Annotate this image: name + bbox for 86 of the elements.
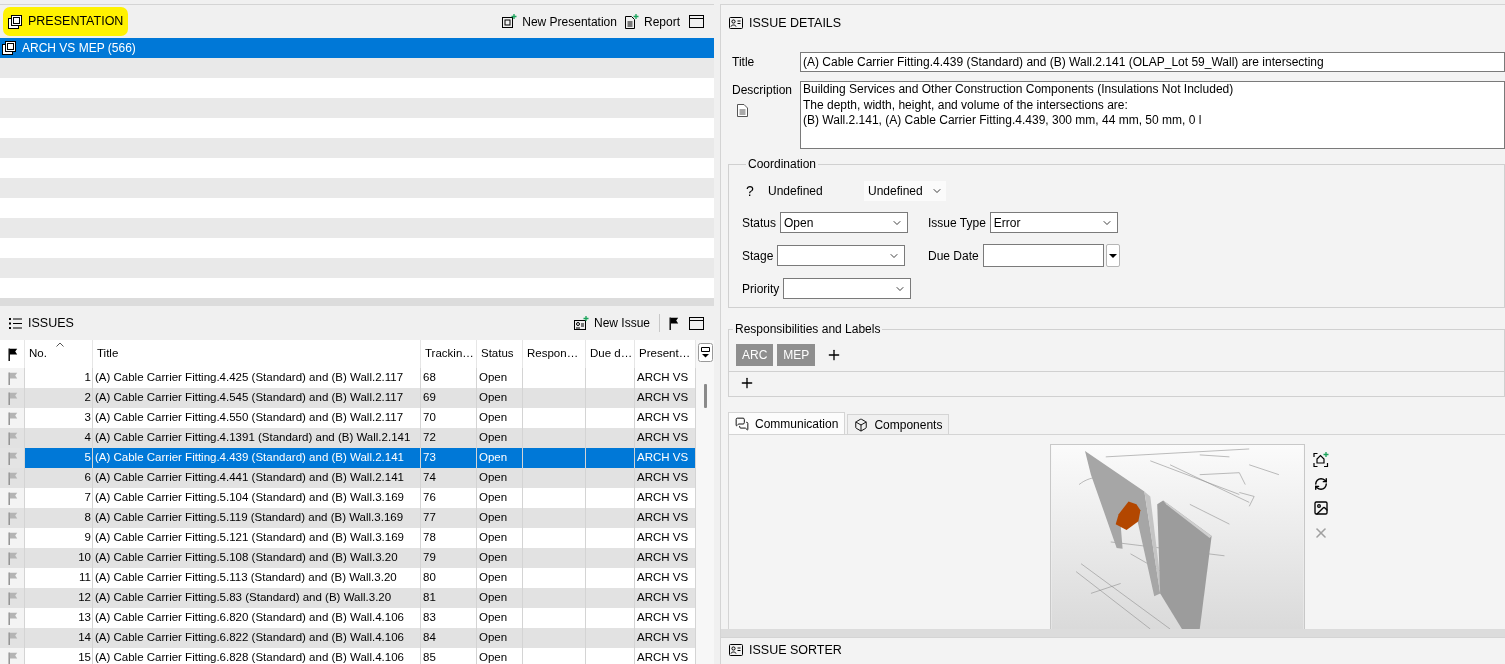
refresh-icon[interactable] <box>1314 477 1328 491</box>
panel-title: ISSUE DETAILS <box>749 14 842 32</box>
dropdown-field[interactable]: Undefined <box>864 181 946 201</box>
flag-icon <box>8 571 18 585</box>
flag-icon <box>8 347 18 361</box>
table-cell: 85 <box>421 648 477 664</box>
field-label: Description <box>732 82 794 98</box>
flag-icon <box>8 491 18 505</box>
description-field[interactable]: Building Services and Other Construction Components (Insulations Not Included) The depth, width, height, and volume of the intersections are: (B) Wall.2.141, (A) Cable Carrier Fitting.4.439, 300 mm, 44 mm, 50 mm, 0 l <box>800 81 1505 149</box>
sort-caret-icon <box>56 342 64 347</box>
chat-bubbles-icon <box>735 416 749 431</box>
id-card-icon <box>729 644 743 656</box>
flag-icon <box>8 531 18 545</box>
table-row[interactable]: 10 (A) Cable Carrier Fitting.5.108 (Standard) and (B) Wall.3.20 79 Open ARCH VS <box>0 548 696 568</box>
table-row[interactable]: 14 (A) Cable Carrier Fitting.6.822 (Standard) and (B) Wall.4.106 84 Open ARCH VS <box>0 628 696 648</box>
field-label: Undefined <box>768 183 824 200</box>
flag-icon <box>8 651 18 664</box>
field-label: Title <box>731 54 756 71</box>
field-label: Due Date <box>928 247 979 265</box>
flag-icon <box>8 431 18 445</box>
table-row[interactable]: 9 (A) Cable Carrier Fitting.5.121 (Standard) and (B) Wall.3.169 78 Open ARCH VS <box>0 528 696 548</box>
layers-icon[interactable] <box>2 41 16 55</box>
flag-icon <box>8 411 18 425</box>
table-row[interactable]: 13 (A) Cable Carrier Fitting.6.820 (Standard) and (B) Wall.4.106 83 Open ARCH VS <box>0 608 696 628</box>
date-field[interactable] <box>982 244 1104 267</box>
flag-icon <box>8 391 18 405</box>
table-row[interactable]: 15 (A) Cable Carrier Fitting.6.828 (Standard) and (B) Wall.4.106 85 Open ARCH VS <box>0 648 696 664</box>
card-plus-icon <box>573 315 589 331</box>
dropdown-field[interactable] <box>777 245 906 266</box>
field-label: Status <box>742 214 777 232</box>
field-label: Issue Type <box>928 214 986 232</box>
dropdown-field[interactable]: Open <box>780 212 909 233</box>
presentation-list-item[interactable]: ARCH VS MEP (566) <box>0 38 714 58</box>
layers-icon <box>8 14 22 29</box>
dropdown-field[interactable] <box>783 278 912 299</box>
list-icon <box>9 317 22 329</box>
table-row[interactable]: 4 (A) Cable Carrier Fitting.4.1391 (Standard) and (B) Wall.2.141 72 Open ARCH VS <box>0 428 696 448</box>
panel-title: ISSUES <box>28 314 74 332</box>
status-symbol: ? <box>745 181 755 201</box>
column-chooser-icon[interactable] <box>697 343 713 362</box>
table-row[interactable]: 8 (A) Cable Carrier Fitting.5.119 (Standard) and (B) Wall.3.169 77 Open ARCH VS <box>0 508 696 528</box>
table-row[interactable]: 6 (A) Cable Carrier Fitting.4.441 (Standard) and (B) Wall.2.141 74 Open ARCH VS <box>0 468 696 488</box>
table-row[interactable]: 3 (A) Cable Carrier Fitting.4.550 (Standard) and (B) Wall.2.117 70 Open ARCH VS <box>0 408 696 428</box>
group-title: Responsibilities and Labels <box>734 322 882 336</box>
table-cell: (A) Cable Carrier Fitting.6.828 (Standard) and (B) Wall.4.106 <box>93 648 421 664</box>
flag-icon <box>8 471 18 485</box>
flag-icon[interactable] <box>669 316 679 330</box>
dropdown-field[interactable]: Error <box>989 212 1118 233</box>
tab[interactable]: Communication <box>728 412 846 434</box>
flag-icon <box>8 611 18 625</box>
table-cell: Open <box>477 648 523 664</box>
field-label: Stage <box>742 247 774 265</box>
field-label: Priority <box>742 280 780 298</box>
toolbar-button[interactable]: New Presentation <box>502 12 617 31</box>
scrollbar-thumb[interactable] <box>703 384 707 408</box>
image-icon[interactable] <box>1313 500 1329 516</box>
table-row[interactable]: 7 (A) Cable Carrier Fitting.5.104 (Standard) and (B) Wall.3.169 76 Open ARCH VS <box>0 488 696 508</box>
flag-icon <box>8 631 18 645</box>
document-plus-icon <box>623 14 639 29</box>
group-title: Coordination <box>747 157 818 171</box>
triangle-down-icon <box>1108 253 1117 258</box>
title-field[interactable]: (A) Cable Carrier Fitting.4.439 (Standard) and (B) Wall.2.141 (OLAP_Lot 59_Wall) are intersecting <box>800 52 1505 72</box>
flag-icon <box>8 591 18 605</box>
frame-plus-icon <box>502 14 518 29</box>
table-cell: 15 <box>25 648 93 664</box>
table-row[interactable]: 1 (A) Cable Carrier Fitting.4.425 (Standard) and (B) Wall.2.117 68 Open ARCH VS <box>0 368 696 388</box>
window-icon[interactable] <box>689 15 704 28</box>
panel-title: ISSUE SORTER <box>749 644 842 657</box>
table-row[interactable]: 11 (A) Cable Carrier Fitting.5.113 (Standard) and (B) Wall.3.20 80 Open ARCH VS <box>0 568 696 588</box>
box-icon <box>854 417 869 432</box>
flag-icon <box>8 371 18 385</box>
panel-title: PRESENTATION <box>28 13 124 31</box>
flag-icon <box>8 551 18 565</box>
toolbar-button[interactable]: Report <box>623 12 680 31</box>
table-row[interactable]: 2 (A) Cable Carrier Fitting.4.545 (Standard) and (B) Wall.2.117 69 Open ARCH VS <box>0 388 696 408</box>
window-icon[interactable] <box>689 316 704 330</box>
flag-icon <box>8 511 18 525</box>
document-icon[interactable] <box>737 104 748 117</box>
id-card-icon <box>729 17 743 29</box>
flag-icon <box>8 451 18 465</box>
frame-plus-icon[interactable] <box>1313 452 1329 468</box>
tab[interactable]: Components <box>847 414 950 434</box>
table-row[interactable]: 5 (A) Cable Carrier Fitting.4.439 (Standard) and (B) Wall.2.141 73 Open ARCH VS <box>0 448 696 468</box>
date-dropdown-button[interactable] <box>1105 244 1120 267</box>
toolbar-button[interactable]: New Issue <box>573 314 650 332</box>
table-row[interactable]: 12 (A) Cable Carrier Fitting.5.83 (Standard) and (B) Wall.3.20 81 Open ARCH VS <box>0 588 696 608</box>
